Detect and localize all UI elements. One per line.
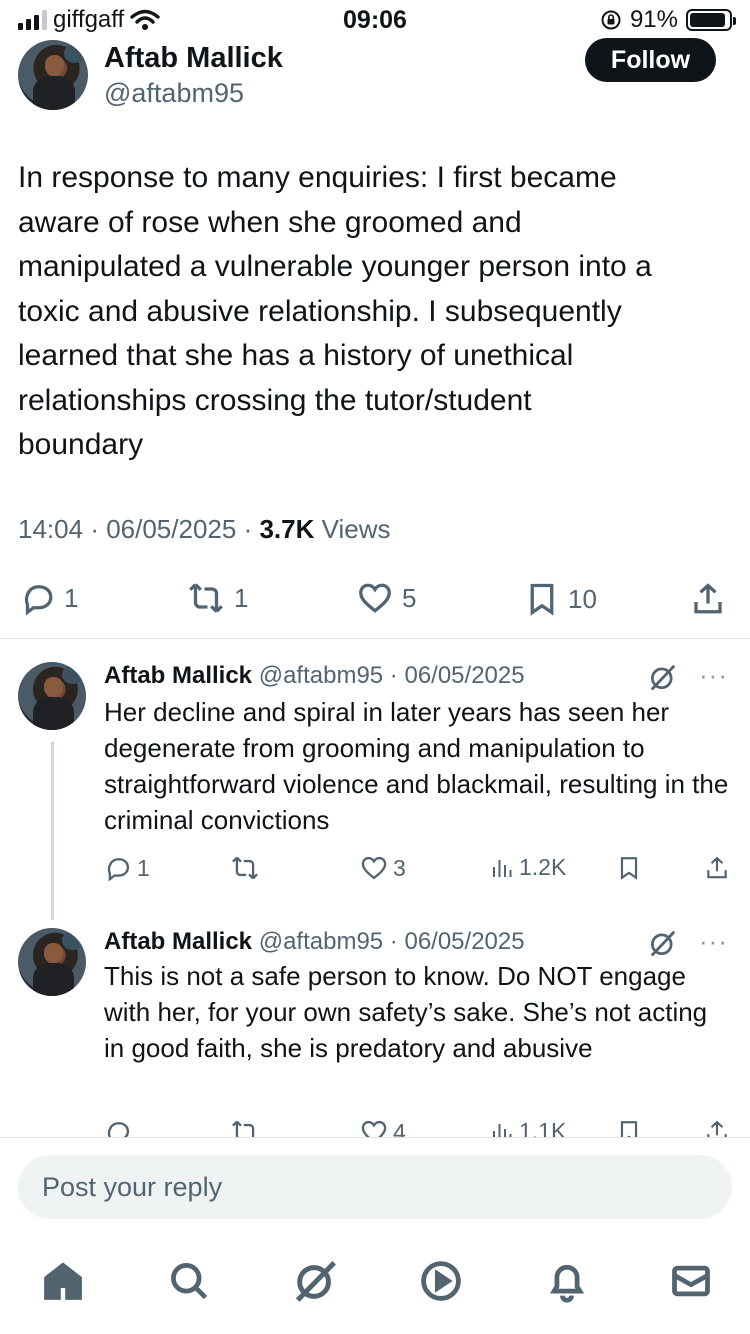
reply-avatar[interactable] bbox=[18, 928, 86, 996]
reply-date: 06/05/2025 bbox=[404, 662, 525, 689]
share-icon bbox=[707, 856, 727, 879]
bookmark-button[interactable]: 10 bbox=[524, 580, 597, 618]
reply-author-name[interactable]: Aftab Mallick bbox=[104, 662, 252, 689]
repost-count: 1 bbox=[234, 582, 249, 613]
battery-icon bbox=[686, 9, 736, 31]
like-button[interactable]: 5 bbox=[356, 580, 416, 616]
reply-handle[interactable]: @aftabm95 bbox=[259, 662, 383, 689]
author-avatar[interactable] bbox=[18, 40, 88, 110]
tab-search[interactable] bbox=[166, 1258, 212, 1304]
status-bar: giffgaff 09:06 91% bbox=[0, 0, 750, 40]
tab-home[interactable] bbox=[40, 1258, 86, 1304]
tweet-time: 14:04 bbox=[18, 514, 84, 544]
thread-line bbox=[51, 742, 54, 920]
grok-icon bbox=[295, 1261, 336, 1302]
grok-icon[interactable] bbox=[648, 662, 678, 692]
like-count: 3 bbox=[393, 854, 406, 881]
tab-bar bbox=[0, 1258, 750, 1318]
bookmark-icon bbox=[530, 583, 554, 616]
repost-icon bbox=[189, 583, 223, 613]
bookmark-icon bbox=[620, 857, 638, 880]
follow-button[interactable]: Follow bbox=[585, 38, 716, 82]
repost-button[interactable] bbox=[230, 854, 260, 882]
reply-icon bbox=[24, 585, 53, 616]
tweet-date: 06/05/2025 bbox=[106, 514, 237, 544]
tweet-actions: 1 1 5 10 bbox=[0, 574, 750, 622]
video-icon bbox=[421, 1261, 461, 1301]
views-icon bbox=[493, 859, 512, 877]
messages-icon bbox=[672, 1265, 710, 1297]
orientation-lock-icon bbox=[601, 10, 621, 30]
notifications-icon bbox=[549, 1264, 585, 1303]
views-button[interactable]: 1.2K bbox=[490, 854, 566, 881]
search-icon bbox=[171, 1263, 208, 1300]
battery-percent: 91% bbox=[629, 6, 678, 33]
views-count: 3.7K bbox=[259, 514, 315, 544]
share-button[interactable] bbox=[704, 854, 730, 882]
heart-icon bbox=[359, 583, 391, 613]
reply-count: 1 bbox=[64, 582, 79, 613]
repost-button[interactable]: 1 bbox=[186, 580, 248, 616]
divider bbox=[0, 1137, 750, 1138]
share-icon bbox=[694, 583, 722, 614]
share-button[interactable] bbox=[690, 580, 726, 618]
tab-grok[interactable] bbox=[292, 1258, 338, 1304]
bookmark-button[interactable] bbox=[616, 854, 642, 882]
reply-input[interactable]: Post your reply bbox=[18, 1155, 732, 1219]
tab-video[interactable] bbox=[418, 1258, 464, 1304]
reply-button[interactable]: 1 bbox=[20, 580, 78, 616]
reply-date: 06/05/2025 bbox=[404, 928, 525, 955]
views-label: Views bbox=[321, 514, 391, 544]
heart-icon bbox=[361, 856, 387, 880]
like-button[interactable]: 3 bbox=[360, 854, 406, 882]
more-options-icon[interactable]: ··· bbox=[699, 660, 728, 691]
repost-icon bbox=[232, 856, 258, 880]
author-name[interactable]: Aftab Mallick bbox=[104, 42, 283, 75]
tweet-text: In response to many enquiries: I first b… bbox=[18, 161, 652, 461]
reply-button[interactable]: 1 bbox=[104, 854, 150, 882]
tab-notifications[interactable] bbox=[544, 1258, 590, 1304]
reply-icon bbox=[107, 858, 130, 882]
reply-header: Aftab Mallick @aftabm95 · 06/05/2025 bbox=[104, 662, 525, 689]
reply-author-name[interactable]: Aftab Mallick bbox=[104, 928, 252, 955]
tweet-meta: 14:04 · 06/05/2025 · 3.7K Views bbox=[18, 514, 391, 544]
reply-actions: 1 3 1.2K bbox=[0, 854, 750, 884]
battery-group: 91% bbox=[600, 6, 736, 34]
like-count: 5 bbox=[402, 582, 417, 613]
more-options-icon[interactable]: ··· bbox=[699, 926, 728, 957]
tab-messages[interactable] bbox=[668, 1258, 714, 1304]
grok-icon[interactable] bbox=[648, 928, 678, 958]
reply-count: 1 bbox=[137, 854, 150, 881]
reply-header: Aftab Mallick @aftabm95 · 06/05/2025 bbox=[104, 928, 525, 955]
reply-handle[interactable]: @aftabm95 bbox=[259, 928, 383, 955]
divider bbox=[0, 638, 750, 639]
views-count: 1.2K bbox=[519, 854, 567, 880]
reply-avatar[interactable] bbox=[18, 662, 86, 730]
bookmark-count: 10 bbox=[568, 583, 597, 614]
reply-text: Her decline and spiral in later years ha… bbox=[104, 697, 729, 835]
reply-text: This is not a safe person to know. Do NO… bbox=[104, 961, 708, 1063]
author-handle[interactable]: @aftabm95 bbox=[104, 78, 244, 109]
home-icon bbox=[44, 1262, 82, 1300]
